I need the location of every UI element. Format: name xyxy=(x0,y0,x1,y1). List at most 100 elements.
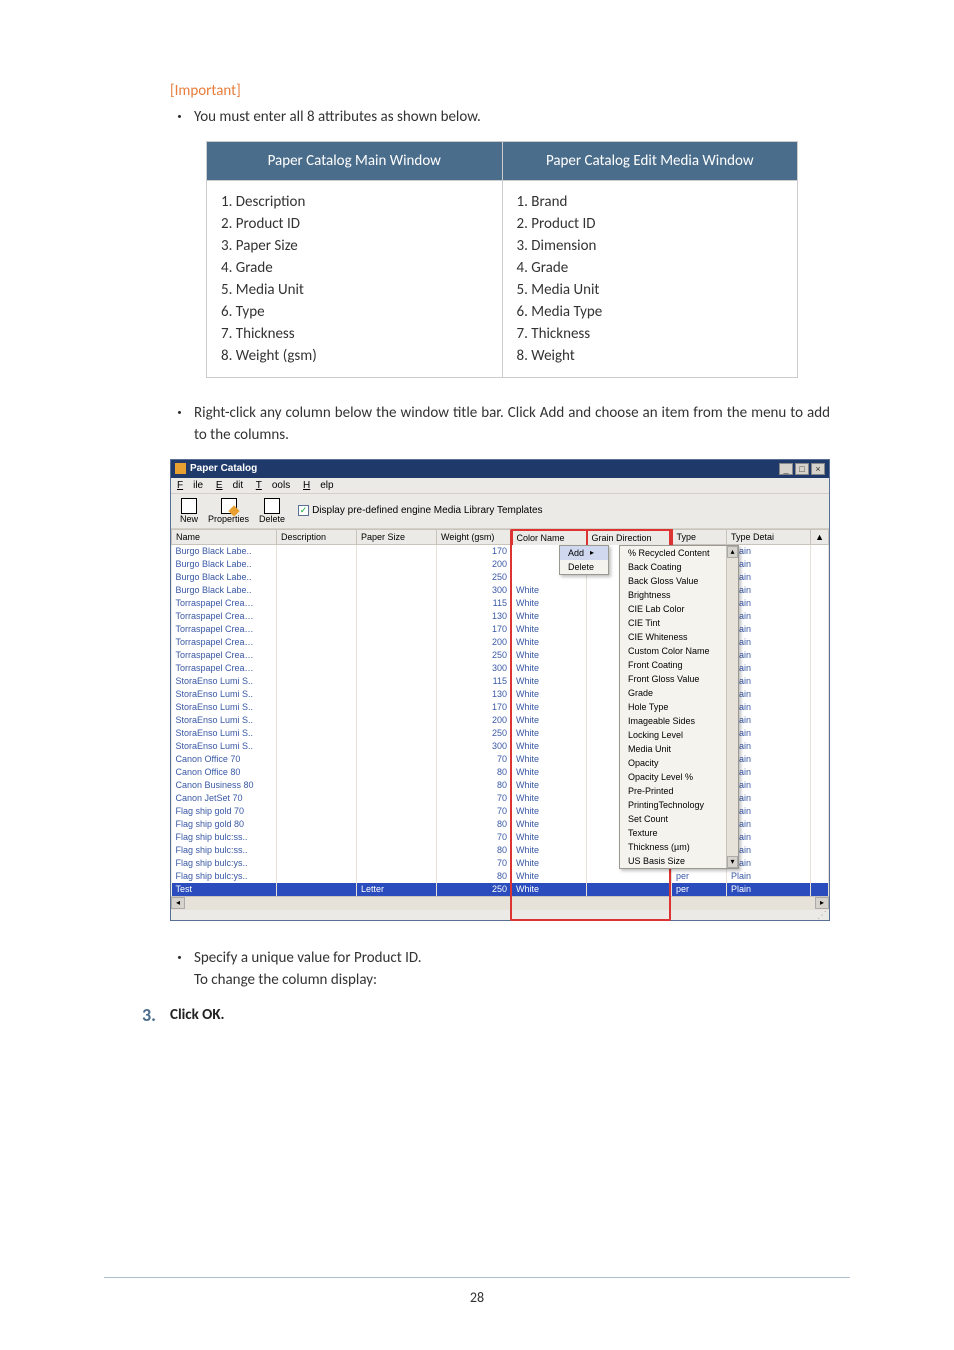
submenu-scrollbar[interactable]: ▴ ▾ xyxy=(726,546,738,868)
toolbar-delete[interactable]: Delete xyxy=(256,497,288,525)
table-cell: 250 xyxy=(437,571,512,584)
scroll-down-icon[interactable]: ▾ xyxy=(727,856,738,868)
submenu-item[interactable]: Locking Level xyxy=(620,728,726,742)
table-cell: Plain xyxy=(727,701,811,714)
attr-list-item: Brand xyxy=(517,191,784,213)
submenu-item[interactable]: Media Unit xyxy=(620,742,726,756)
table-cell: Plain xyxy=(727,844,811,857)
table-cell: Torraspapel Crea… xyxy=(172,623,277,636)
horizontal-scrollbar[interactable]: ◂ ▸ xyxy=(171,896,829,910)
table-cell: White xyxy=(512,740,587,753)
submenu-item[interactable]: Custom Color Name xyxy=(620,644,726,658)
table-cell xyxy=(357,636,437,649)
menu-edit[interactable]: Edit xyxy=(216,480,243,491)
submenu-item[interactable]: Back Coating xyxy=(620,560,726,574)
column-header[interactable]: Color Name xyxy=(512,530,587,545)
column-context-menu[interactable]: Add Delete xyxy=(559,545,609,575)
table-cell: 80 xyxy=(437,779,512,792)
table-cell: 70 xyxy=(437,805,512,818)
menu-tools[interactable]: Tools xyxy=(256,480,290,491)
submenu-item[interactable]: CIE Whiteness xyxy=(620,630,726,644)
table-cell xyxy=(357,779,437,792)
submenu-item[interactable]: CIE Tint xyxy=(620,616,726,630)
close-button[interactable]: × xyxy=(811,463,825,475)
submenu-item[interactable]: Hole Type xyxy=(620,700,726,714)
table-cell xyxy=(357,766,437,779)
ctx-delete[interactable]: Delete xyxy=(560,560,608,574)
submenu-item[interactable]: Opacity Level % xyxy=(620,770,726,784)
ctx-add[interactable]: Add xyxy=(560,546,608,560)
toolbar-checkbox-templates[interactable]: ✓ Display pre-defined engine Media Libra… xyxy=(298,505,543,516)
table-cell: 250 xyxy=(437,727,512,740)
column-header[interactable]: Description xyxy=(277,530,357,545)
submenu-item[interactable]: Set Count xyxy=(620,812,726,826)
submenu-item[interactable]: Opacity xyxy=(620,756,726,770)
table-cell: White xyxy=(512,597,587,610)
toolbar: New Properties Delete ✓ Display pre-defi… xyxy=(171,494,829,529)
header-sort-icon[interactable]: ▲ xyxy=(811,530,829,545)
submenu-item[interactable]: Grade xyxy=(620,686,726,700)
table-cell xyxy=(277,662,357,675)
column-header[interactable]: Type xyxy=(672,530,727,545)
window-titlebar[interactable]: Paper Catalog _ □ × xyxy=(171,460,829,478)
submenu-item[interactable]: % Recycled Content xyxy=(620,546,726,560)
submenu-item[interactable]: Texture xyxy=(620,826,726,840)
menu-file[interactable]: File xyxy=(177,480,203,491)
table-cell: White xyxy=(512,844,587,857)
table-cell: White xyxy=(512,701,587,714)
resize-grip-icon[interactable]: ⋰ xyxy=(171,910,829,920)
submenu-item[interactable]: PrintingTechnology xyxy=(620,798,726,812)
table-row[interactable]: Flag ship bulc:ys..80WhiteperPlain xyxy=(172,870,829,883)
table-cell xyxy=(277,688,357,701)
attr-list-item: Thickness xyxy=(221,323,488,345)
toolbar-properties[interactable]: Properties xyxy=(205,497,252,525)
table-cell xyxy=(277,571,357,584)
submenu-item[interactable]: Front Gloss Value xyxy=(620,672,726,686)
table-cell xyxy=(357,571,437,584)
table-cell: Torraspapel Crea… xyxy=(172,649,277,662)
scroll-left-icon[interactable]: ◂ xyxy=(171,897,185,909)
submenu-item[interactable]: Brightness xyxy=(620,588,726,602)
table-cell xyxy=(811,688,829,701)
submenu-item[interactable]: Front Coating xyxy=(620,658,726,672)
table-cell xyxy=(357,831,437,844)
table-cell: White xyxy=(512,831,587,844)
column-header[interactable]: Grain Direction xyxy=(587,530,672,545)
menu-help[interactable]: Help xyxy=(303,480,334,491)
submenu-item[interactable]: US Basis Size xyxy=(620,854,726,868)
attr-list-item: Type xyxy=(221,301,488,323)
submenu-item[interactable]: Back Gloss Value xyxy=(620,574,726,588)
maximize-button[interactable]: □ xyxy=(795,463,809,475)
paper-catalog-window: Paper Catalog _ □ × File Edit Tools Help… xyxy=(170,459,830,921)
column-header[interactable]: Weight (gsm) xyxy=(437,530,512,545)
table-cell xyxy=(357,740,437,753)
table-cell xyxy=(277,649,357,662)
table-cell xyxy=(357,701,437,714)
submenu-item[interactable]: Thickness (µm) xyxy=(620,840,726,854)
table-cell xyxy=(811,792,829,805)
toolbar-new[interactable]: New xyxy=(177,497,201,525)
submenu-item[interactable]: Pre-Printed xyxy=(620,784,726,798)
table-cell xyxy=(277,623,357,636)
menubar[interactable]: File Edit Tools Help xyxy=(171,478,829,494)
table-cell: Canon Office 80 xyxy=(172,766,277,779)
submenu-item[interactable]: CIE Lab Color xyxy=(620,602,726,616)
table-cell: 70 xyxy=(437,857,512,870)
attr-list-item: Grade xyxy=(221,257,488,279)
submenu-item[interactable]: Imageable Sides xyxy=(620,714,726,728)
table-cell: 115 xyxy=(437,675,512,688)
table-cell: Flag ship gold 70 xyxy=(172,805,277,818)
table-cell: 80 xyxy=(437,766,512,779)
table-cell: Plain xyxy=(727,623,811,636)
add-column-submenu[interactable]: ▴ ▾ % Recycled ContentBack CoatingBack G… xyxy=(619,545,739,869)
scroll-right-icon[interactable]: ▸ xyxy=(815,897,829,909)
table-cell xyxy=(811,844,829,857)
column-header[interactable]: Paper Size xyxy=(357,530,437,545)
table-row[interactable]: TestLetter250WhiteperPlain xyxy=(172,883,829,896)
minimize-button[interactable]: _ xyxy=(779,463,793,475)
column-header[interactable]: Name xyxy=(172,530,277,545)
table-cell xyxy=(357,727,437,740)
table-cell: Plain xyxy=(727,662,811,675)
column-header[interactable]: Type Detai xyxy=(727,530,811,545)
scroll-up-icon[interactable]: ▴ xyxy=(727,546,738,558)
